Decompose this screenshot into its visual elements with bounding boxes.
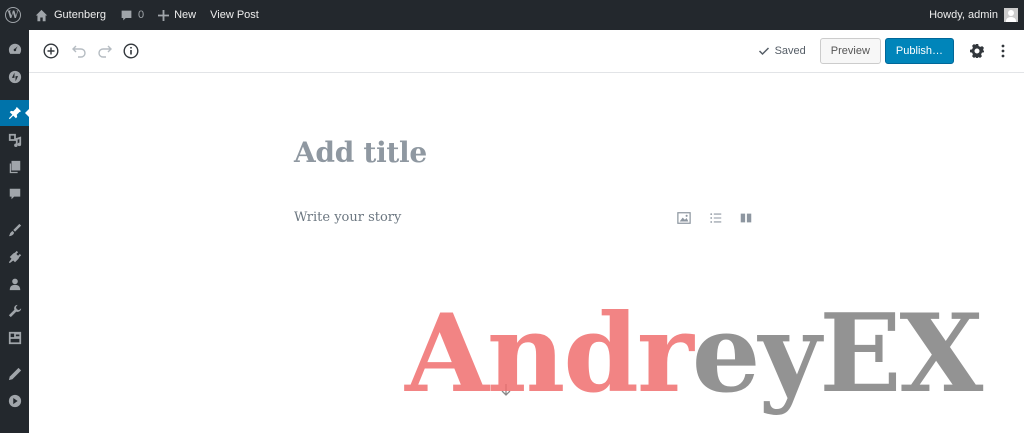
settings-icon [8, 331, 21, 345]
comments-icon [9, 188, 20, 200]
sidebar-item-media[interactable] [0, 127, 29, 153]
plugins-icon [8, 250, 21, 264]
post-title-input[interactable]: Add title [294, 136, 427, 169]
collapse-icon [8, 394, 21, 408]
tools-icon [8, 304, 21, 318]
arrow-down-icon [501, 384, 511, 396]
saved-state: Saved [758, 45, 806, 57]
avatar [1004, 8, 1018, 22]
comments-link[interactable]: 0 [113, 0, 151, 30]
sidebar-item-collapse[interactable] [0, 388, 29, 414]
sidebar-item-plugins[interactable] [0, 244, 29, 270]
more-tools-button[interactable] [990, 38, 1016, 64]
new-label: New [174, 9, 197, 21]
editor-toolbar: Saved Preview Publish… [29, 30, 1024, 73]
my-account-menu[interactable]: Howdy, admin [922, 0, 1024, 30]
redo-icon [98, 45, 112, 58]
wordpress-logo-icon: W [5, 7, 21, 23]
publish-button[interactable]: Publish… [884, 38, 954, 64]
howdy-label: Howdy, admin [929, 9, 998, 21]
sidebar-item-posts[interactable] [0, 100, 30, 126]
sidebar-item-pages[interactable] [0, 154, 29, 180]
undo-icon [72, 45, 86, 58]
columns-icon [740, 213, 752, 223]
checkmark-icon [758, 47, 769, 56]
paragraph-placeholder[interactable]: Write your story [294, 210, 401, 225]
sidebar-item-comments[interactable] [0, 181, 29, 207]
insert-list-button[interactable] [709, 209, 723, 227]
plus-icon [158, 9, 170, 21]
sidebar-item-settings[interactable] [0, 325, 29, 351]
add-block-button[interactable] [38, 38, 64, 64]
sidebar-item-edit[interactable] [0, 361, 29, 387]
editor-canvas: Add title Write your story [29, 73, 1024, 433]
more-vertical-icon [1001, 44, 1005, 58]
undo-button[interactable] [66, 38, 92, 64]
view-post-link[interactable]: View Post [203, 0, 266, 30]
appearance-icon [8, 223, 21, 237]
admin-bar: W Gutenberg 0 New View Post Howdy, admin [0, 0, 1024, 30]
site-name-link[interactable]: Gutenberg [28, 0, 113, 30]
settings-button[interactable] [964, 38, 990, 64]
comments-count: 0 [137, 9, 145, 21]
wp-logo-menu[interactable]: W [0, 0, 28, 30]
add-block-icon [43, 43, 59, 59]
saved-label: Saved [774, 45, 806, 57]
sidebar-item-jetpack[interactable] [0, 64, 29, 90]
view-post-label: View Post [210, 9, 259, 21]
info-icon [123, 43, 139, 59]
gear-icon [970, 44, 984, 58]
preview-button[interactable]: Preview [819, 38, 881, 64]
sidebar-item-tools[interactable] [0, 298, 29, 324]
edit-icon [8, 367, 21, 381]
sidebar-item-users[interactable] [0, 271, 29, 297]
posts-icon [8, 106, 21, 120]
site-name: Gutenberg [54, 9, 106, 21]
comment-bubble-icon [121, 10, 132, 20]
page: W Gutenberg 0 New View Post Howdy, admin [0, 0, 1024, 433]
jetpack-icon [8, 70, 21, 84]
pages-icon [9, 160, 20, 174]
dashboard-icon [8, 43, 21, 54]
list-icon [710, 213, 722, 223]
insert-image-button[interactable] [677, 209, 691, 227]
home-icon [35, 9, 48, 21]
insert-columns-button[interactable] [739, 209, 753, 227]
sidebar-item-dashboard[interactable] [0, 36, 29, 62]
users-icon [9, 278, 20, 291]
image-icon [677, 212, 691, 224]
redo-button[interactable] [92, 38, 118, 64]
media-icon [8, 133, 21, 147]
sidebar-item-appearance[interactable] [0, 217, 29, 243]
content-info-button[interactable] [118, 38, 144, 64]
new-content-link[interactable]: New [151, 0, 203, 30]
admin-menu-sidebar [0, 30, 30, 433]
